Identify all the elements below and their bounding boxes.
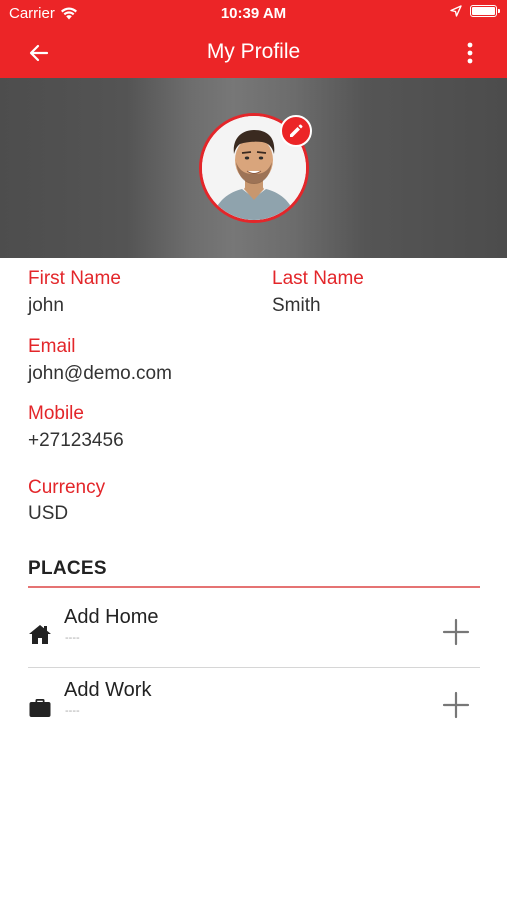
last-name-label: Last Name — [272, 268, 364, 289]
avatar-container — [199, 113, 312, 223]
place-row-home[interactable]: Add Home ---- — [28, 592, 480, 664]
place-sub-home: ---- — [65, 632, 80, 644]
mobile-value[interactable]: +27123456 — [28, 430, 124, 452]
first-name-label: First Name — [28, 268, 121, 289]
battery-icon — [470, 5, 500, 17]
currency-label: Currency — [28, 477, 106, 498]
currency-value[interactable]: USD — [28, 503, 68, 525]
location-arrow-icon — [450, 5, 462, 17]
place-label-home: Add Home — [64, 606, 159, 628]
pencil-icon — [290, 124, 303, 137]
status-right — [450, 5, 500, 17]
add-home-plus-icon[interactable] — [442, 618, 470, 646]
mobile-label: Mobile — [28, 403, 84, 424]
place-row-work[interactable]: Add Work ---- — [28, 665, 480, 737]
place-label-work: Add Work — [64, 679, 152, 701]
places-divider — [28, 586, 480, 588]
page-title: My Profile — [206, 40, 301, 63]
edit-avatar-button[interactable] — [280, 115, 312, 147]
home-icon — [29, 625, 51, 644]
app-bar: My Profile — [0, 28, 507, 78]
add-work-plus-icon[interactable] — [442, 691, 470, 719]
email-value[interactable]: john@demo.com — [28, 363, 172, 385]
last-name-value[interactable]: Smith — [272, 295, 321, 317]
status-bar: Carrier 10:39 AM — [0, 0, 507, 28]
place-sub-work: ---- — [65, 705, 80, 717]
first-name-value[interactable]: john — [28, 295, 64, 317]
status-time: 10:39 AM — [220, 5, 287, 22]
briefcase-icon — [29, 699, 51, 717]
places-heading: PLACES — [28, 558, 107, 579]
more-vertical-icon[interactable] — [457, 40, 483, 66]
email-label: Email — [28, 336, 76, 357]
